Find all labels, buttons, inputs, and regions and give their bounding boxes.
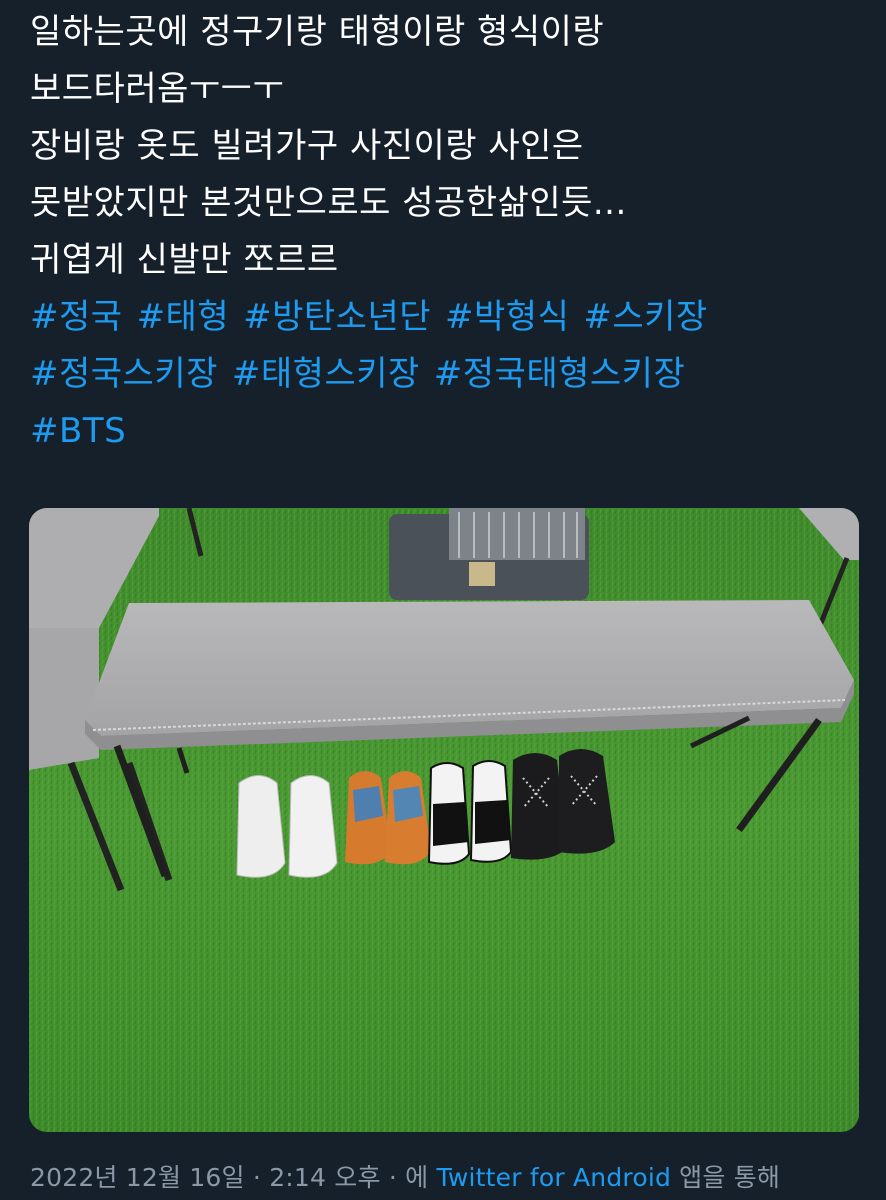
tweet-line-1: 일하는곳에 정구기랑 태형이랑 형식이랑 [30,12,605,52]
hashtag-row-3: #BTS [30,403,870,460]
tweet-text: 일하는곳에 정구기랑 태형이랑 형식이랑 보드타러옴ㅜㅡㅜ 장비랑 옷도 빌려가… [30,4,870,460]
hashtag-link[interactable]: #BTS [30,411,126,451]
tweet-meta: 2022년 12월 16일 · 2:14 오후 · 에 Twitter for … [30,1158,780,1194]
tweet-line-5: 귀엽게 신발만 쪼르르 [30,240,339,280]
hashtag-link[interactable]: #방탄소년단 [243,297,431,337]
hashtag-link[interactable]: #정국태형스키장 [434,354,685,394]
hashtag-link[interactable]: #태형 [137,297,230,337]
meta-separator: · [380,1163,406,1192]
tweet-date: 2022년 12월 16일 [30,1163,245,1192]
tweet-time: 2:14 오후 [269,1163,381,1192]
via-suffix: 앱을 통해 [671,1163,781,1192]
hashtag-row-1: #정국 #태형 #방탄소년단 #박형식 #스키장 [30,289,870,346]
hashtag-link[interactable]: #정국스키장 [30,354,218,394]
tweet-line-2: 보드타러옴ㅜㅡㅜ [30,69,285,109]
photo-of-shoes-under-bench [29,508,859,1132]
hashtag-row-2: #정국스키장 #태형스키장 #정국태형스키장 [30,346,870,403]
tweet-line-3: 장비랑 옷도 빌려가구 사진이랑 사인은 [30,126,584,166]
source-link[interactable]: Twitter for Android [437,1163,672,1192]
hashtag-link[interactable]: #정국 [30,297,123,337]
hashtag-link[interactable]: #태형스키장 [232,354,420,394]
hashtag-link[interactable]: #박형식 [445,297,569,337]
hashtag-link[interactable]: #스키장 [583,297,707,337]
tweet-photo[interactable] [29,508,859,1132]
meta-separator: · [244,1163,270,1192]
tweet-line-4: 못받았지만 본것만으로도 성공한삶인듯... [30,183,627,223]
via-label: 에 [405,1163,437,1192]
